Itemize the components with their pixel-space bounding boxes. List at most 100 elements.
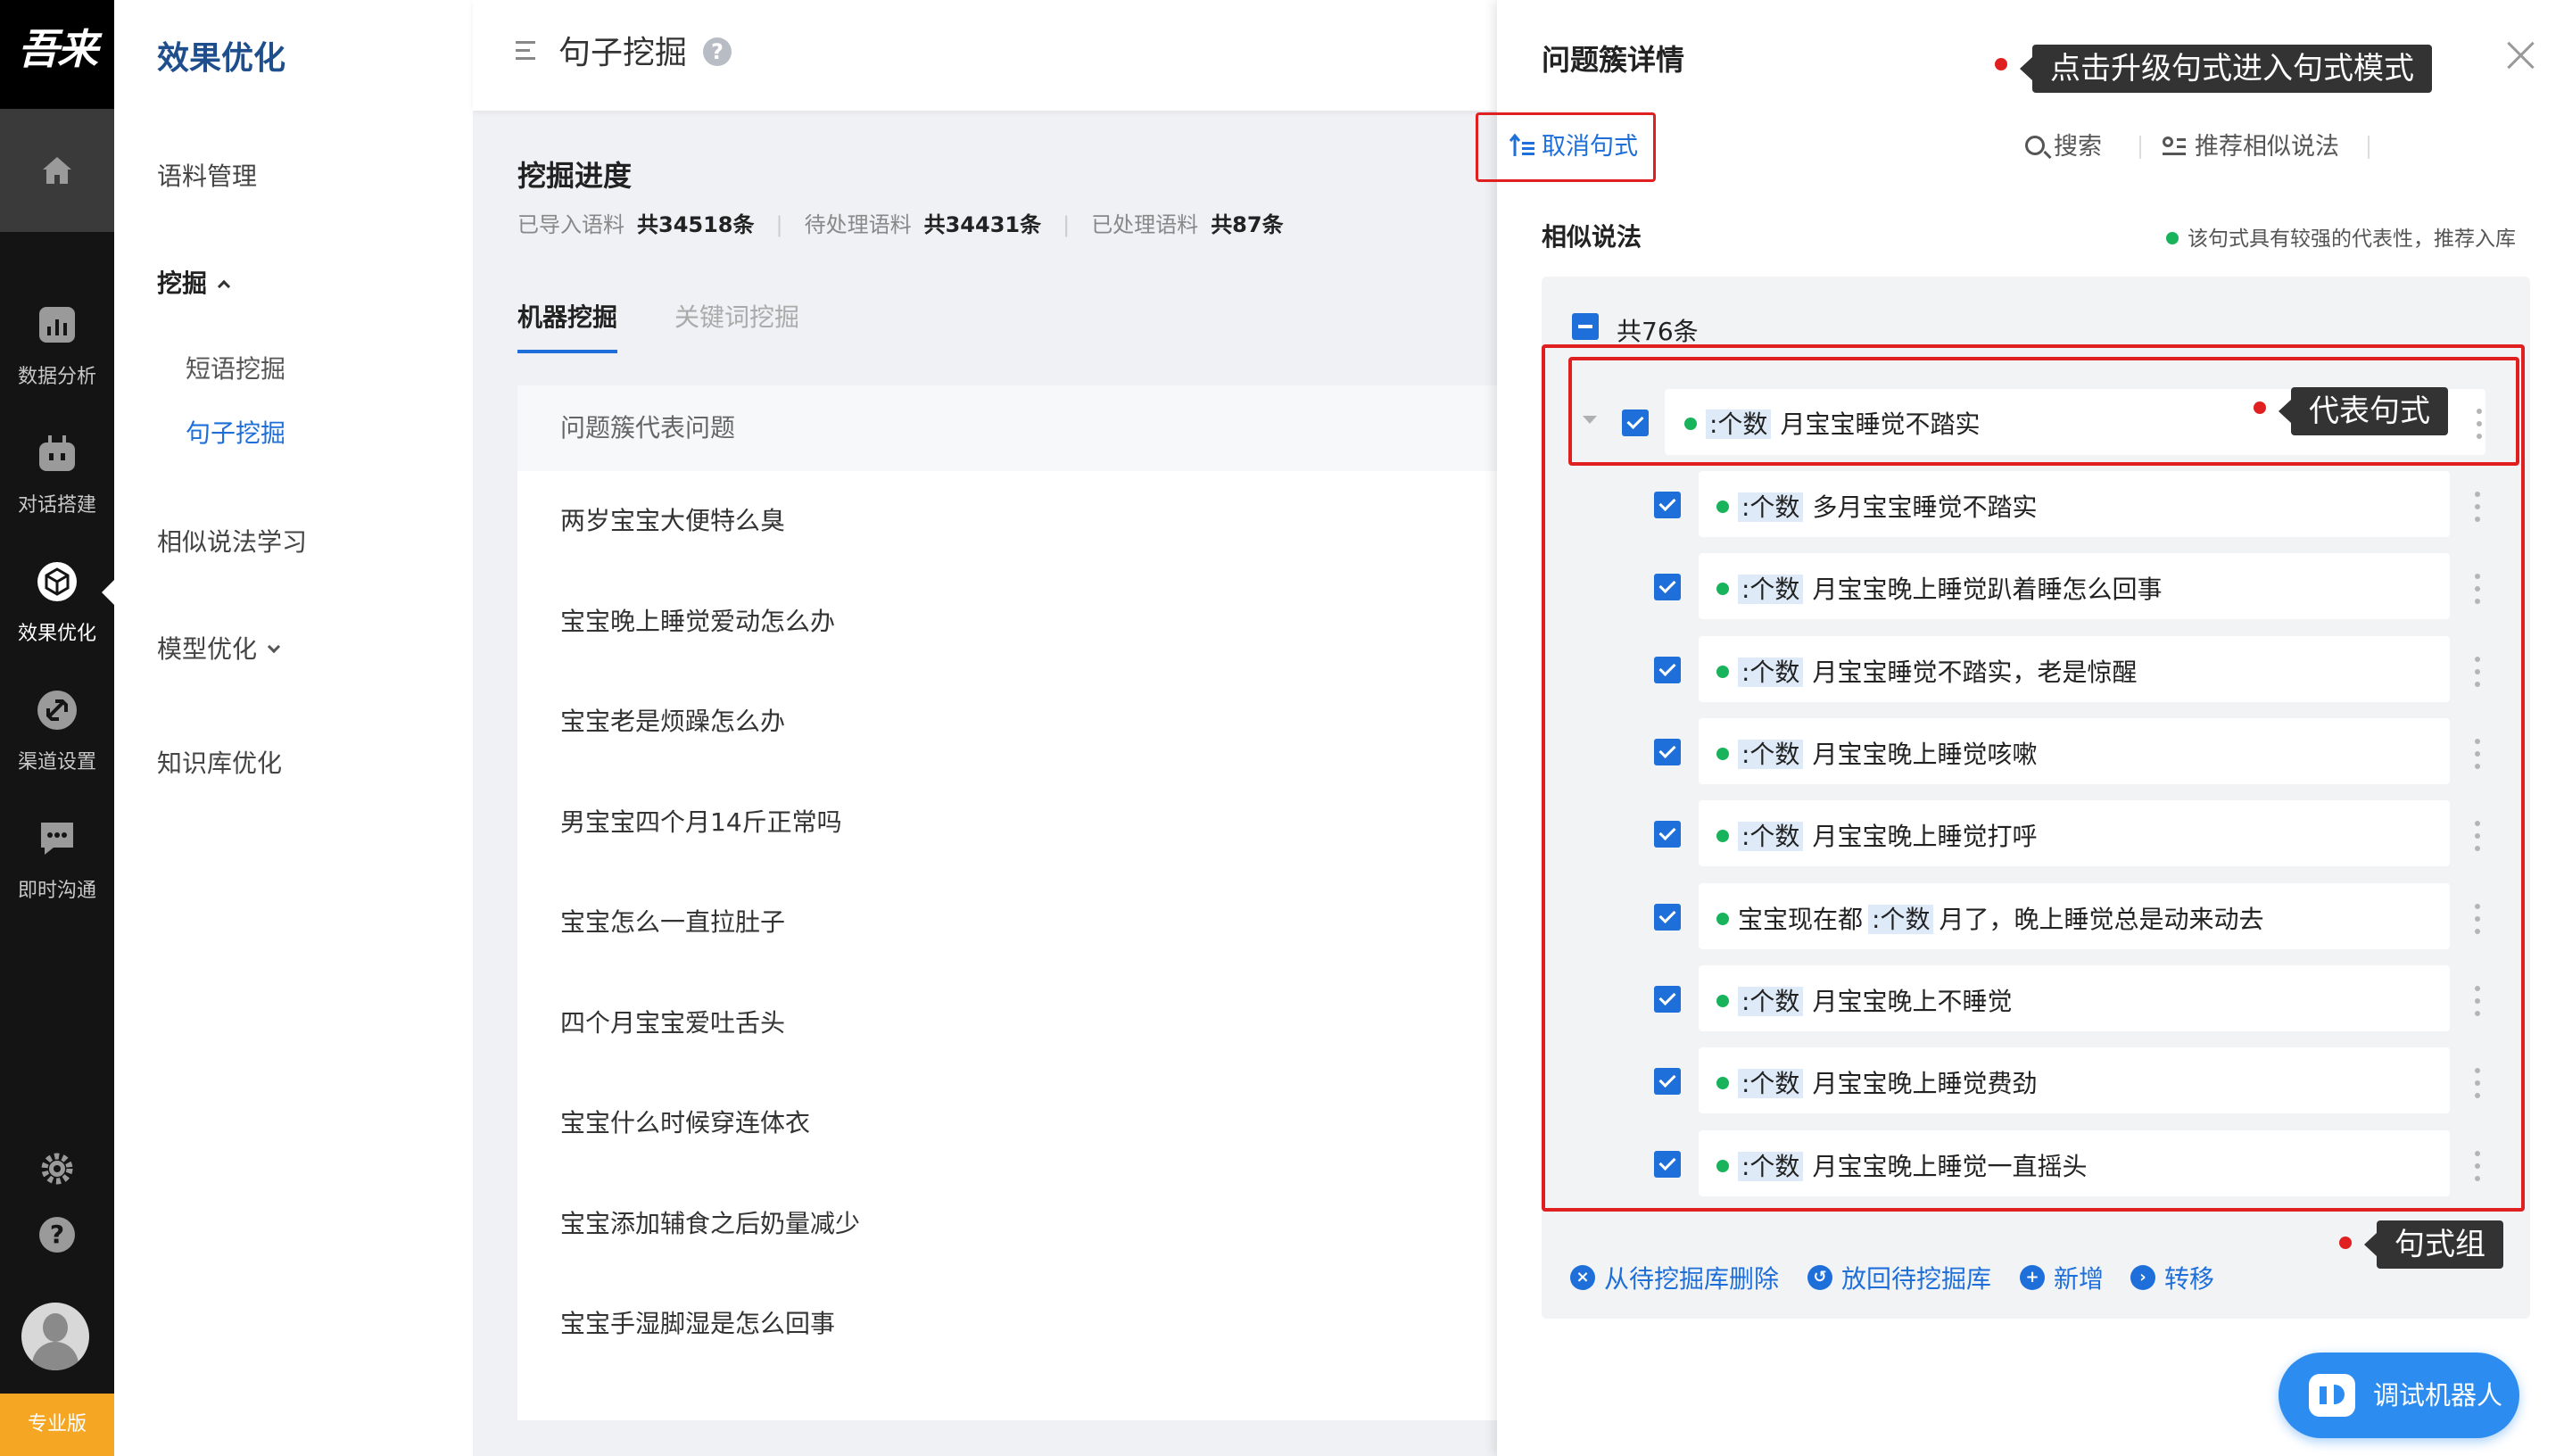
table-row[interactable]: 宝宝晚上睡觉爱动怎么办 [517, 572, 1497, 673]
more-icon[interactable] [2475, 574, 2480, 604]
item-checkbox[interactable] [1654, 986, 1681, 1013]
rail-label: 效果优化 [17, 623, 96, 645]
top-bar: 句子挖掘 ? [473, 0, 1497, 111]
list-item-text: :个数 月宝宝晚上睡觉一直摇头 [1716, 1147, 2087, 1183]
slot-tag: :个数 [1738, 1152, 1804, 1181]
table-row[interactable]: 宝宝老是烦躁怎么办 [517, 672, 1497, 773]
return-to-pending-button[interactable]: ↺ 放回待挖掘库 [1807, 1260, 1991, 1295]
item-checkbox[interactable] [1654, 1068, 1681, 1095]
more-icon[interactable] [2475, 821, 2480, 851]
item-checkbox[interactable] [1654, 904, 1681, 931]
rail-item-channel[interactable]: 渠道设置 [0, 673, 114, 798]
nav-item-corpus[interactable]: 语料管理 [157, 157, 257, 193]
table-row[interactable]: 两岁宝宝大便特么臭 [517, 471, 1497, 572]
chevron-right-icon: › [2130, 1265, 2155, 1290]
close-icon[interactable] [2503, 37, 2539, 73]
slot-tag: :个数 [1738, 575, 1804, 604]
cancel-pattern-button[interactable]: 取消句式 [1509, 127, 1638, 161]
table-row[interactable]: 宝宝添加辅食之后奶量减少 [517, 1174, 1497, 1275]
rail-item-dialog-build[interactable]: 对话搭建 [0, 416, 114, 541]
tooltip-group: 句式组 [2364, 1220, 2503, 1269]
divider [2139, 136, 2141, 159]
slot-tag: :个数 [1868, 905, 1934, 934]
home-button[interactable] [0, 109, 114, 232]
nav-item-phrase-mining[interactable]: 短语挖掘 [186, 350, 285, 385]
nav-item-sentence-mining[interactable]: 句子挖掘 [186, 414, 285, 450]
item-checkbox[interactable] [1654, 492, 1681, 518]
cancel-pattern-label: 取消句式 [1542, 133, 1638, 161]
nav-title: 效果优化 [157, 40, 286, 77]
avatar[interactable] [21, 1303, 89, 1370]
add-button[interactable]: + 新增 [2020, 1260, 2104, 1295]
tooltip-upgrade: 点击升级句式进入句式模式 [2020, 45, 2432, 93]
status-dot-icon [1716, 748, 1729, 760]
status-dot-icon [1716, 1077, 1729, 1089]
rail-label: 数据分析 [17, 366, 96, 388]
debug-robot-button[interactable]: 调试机器人 [2279, 1353, 2519, 1438]
status-dot-icon [1716, 666, 1729, 678]
more-icon[interactable] [2475, 492, 2480, 522]
tab-keyword-mining[interactable]: 关键词挖掘 [674, 298, 799, 334]
help-icon[interactable]: ? [39, 1217, 75, 1253]
item-checkbox[interactable] [1654, 574, 1681, 600]
rail-item-optimize[interactable]: 效果优化 [0, 544, 114, 669]
more-icon[interactable] [2475, 904, 2480, 934]
table-row[interactable]: 四个月宝宝爱吐舌头 [517, 973, 1497, 1074]
transfer-button[interactable]: › 转移 [2130, 1260, 2214, 1295]
annotation-dot [2339, 1237, 2352, 1249]
more-icon[interactable] [2475, 1068, 2480, 1098]
nav-item-mining[interactable]: 挖掘 [157, 264, 231, 300]
table-row[interactable]: 宝宝手湿脚湿是怎么回事 [517, 1274, 1497, 1375]
delete-from-pending-button[interactable]: × 从待挖掘库删除 [1570, 1260, 1779, 1295]
menu-icon[interactable] [516, 41, 537, 61]
nav-item-label: 挖掘 [157, 269, 208, 298]
rail-item-im[interactable]: 即时沟通 [0, 801, 114, 926]
gear-icon[interactable] [39, 1151, 75, 1187]
slot-tag: :个数 [1738, 740, 1804, 769]
robot-icon [39, 435, 75, 471]
cube-icon [37, 562, 77, 601]
question-table: 问题簇代表问题 两岁宝宝大便特么臭 宝宝晚上睡觉爱动怎么办 宝宝老是烦躁怎么办 … [517, 385, 1497, 1420]
stat-label: 待处理语料 [804, 212, 912, 237]
search-icon [2025, 135, 2045, 155]
item-checkbox[interactable] [1654, 821, 1681, 848]
item-checkbox[interactable] [1654, 657, 1681, 683]
slot-tag: :个数 [1738, 1069, 1804, 1098]
tab-machine-mining[interactable]: 机器挖掘 [517, 298, 617, 334]
robot-icon [2309, 1374, 2355, 1417]
recommend-action[interactable]: 推荐相似说法 [2163, 127, 2339, 161]
link-icon [37, 691, 77, 730]
list-item-text: :个数 月宝宝晚上睡觉打呼 [1716, 817, 2037, 853]
more-icon[interactable] [2475, 739, 2480, 769]
chat-icon [41, 823, 73, 855]
rail-item-data-analysis[interactable]: 数据分析 [0, 287, 114, 412]
search-action[interactable]: 搜索 [2025, 127, 2102, 161]
table-header: 问题簇代表问题 [517, 385, 1497, 471]
nav-item-kb-opt[interactable]: 知识库优化 [157, 744, 282, 780]
divider [2368, 136, 2370, 159]
item-checkbox[interactable] [1654, 739, 1681, 765]
stat-value: 共87条 [1211, 212, 1284, 237]
search-label: 搜索 [2054, 133, 2102, 161]
nav-item-similar-learning[interactable]: 相似说法学习 [157, 523, 307, 558]
item-checkbox[interactable] [1654, 1151, 1681, 1178]
close-circle-icon: × [1570, 1265, 1595, 1290]
table-row[interactable]: 宝宝怎么一直拉肚子 [517, 873, 1497, 973]
status-dot-icon [1716, 913, 1729, 925]
nav-item-model-opt[interactable]: 模型优化 [157, 630, 281, 666]
table-row[interactable]: 男宝宝四个月14斤正常吗 [517, 773, 1497, 873]
more-icon[interactable] [2475, 986, 2480, 1016]
debug-robot-label: 调试机器人 [2373, 1380, 2503, 1410]
stat-value: 共34518条 [637, 212, 755, 237]
stat-label: 已导入语料 [517, 212, 624, 237]
list-person-icon [2163, 135, 2186, 156]
more-icon[interactable] [2475, 657, 2480, 687]
status-dot-icon [1716, 583, 1729, 595]
stat-value: 共34431条 [923, 212, 1042, 237]
table-row[interactable]: 宝宝什么时候穿连体衣 [517, 1073, 1497, 1174]
list-item-text: :个数 月宝宝晚上睡觉咳嗽 [1716, 735, 2037, 771]
more-icon[interactable] [2475, 1151, 2480, 1181]
select-all-checkbox[interactable] [1572, 313, 1599, 340]
list-item-text: 宝宝现在都:个数 月了，晚上睡觉总是动来动去 [1716, 900, 2263, 936]
help-icon[interactable]: ? [703, 37, 732, 66]
